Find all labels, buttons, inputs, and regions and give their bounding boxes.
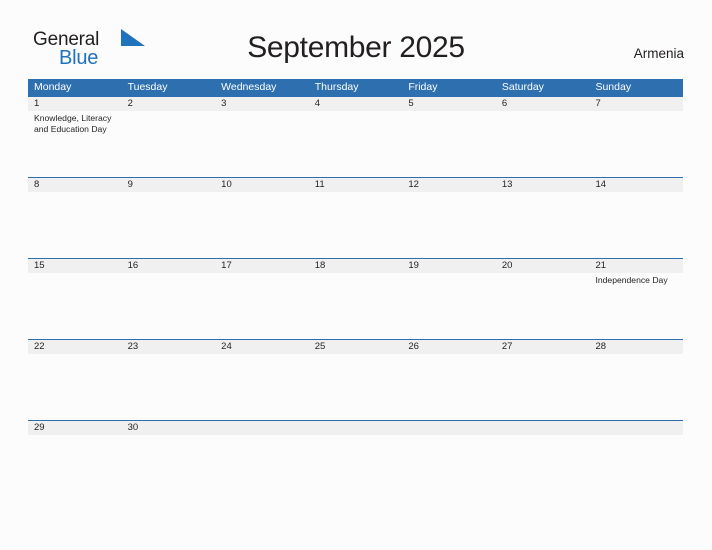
day-event-text [309, 111, 403, 134]
weekday-header-wednesday: Wednesday [221, 81, 277, 93]
day-number[interactable]: 12 [402, 178, 496, 192]
day-event-text [122, 192, 216, 194]
day-number[interactable]: 10 [215, 178, 309, 192]
country-label: Armenia [633, 46, 684, 61]
week-event-row [28, 192, 683, 194]
day-number[interactable]: 25 [309, 340, 403, 354]
weekday-header-tuesday: Tuesday [127, 81, 168, 93]
day-event-text [122, 435, 216, 437]
day-event-text: Knowledge, Literacy and Education Day [34, 113, 112, 134]
day-number[interactable]: 2 [122, 97, 216, 111]
weekday-header-friday: Friday [408, 81, 438, 93]
week-event-row: Independence Day [28, 273, 683, 286]
weekday-header-monday: Monday [34, 81, 72, 93]
page-header: General Blue September 2025 Armenia [0, 0, 712, 78]
week-date-band: 15 16 17 18 19 20 21 [28, 259, 683, 273]
day-event-text [309, 354, 403, 356]
day-number[interactable]: 14 [589, 178, 683, 192]
day-number [496, 421, 590, 435]
day-number [402, 421, 496, 435]
day-number[interactable]: 29 [28, 421, 122, 435]
week-date-band: 8 9 10 11 12 13 14 [28, 178, 683, 192]
day-event-text [402, 354, 496, 356]
day-event-text [402, 273, 496, 286]
calendar-week-row: 8 9 10 11 12 13 14 [28, 177, 683, 258]
day-number[interactable]: 11 [309, 178, 403, 192]
day-event-text [122, 273, 216, 286]
day-event-text [496, 354, 590, 356]
week-date-band: 1 2 3 4 5 6 7 [28, 97, 683, 111]
day-event-text [309, 273, 403, 286]
day-number[interactable]: 21 [589, 259, 683, 273]
page-title: September 2025 [247, 31, 465, 64]
day-event-text [496, 192, 590, 194]
day-number[interactable]: 7 [589, 97, 683, 111]
day-number[interactable]: 16 [122, 259, 216, 273]
day-number[interactable]: 22 [28, 340, 122, 354]
day-number [589, 421, 683, 435]
week-event-row: Knowledge, Literacy and Education Day [28, 111, 683, 134]
day-event-text [402, 192, 496, 194]
day-event-text [215, 192, 309, 194]
day-number [309, 421, 403, 435]
day-number[interactable]: 24 [215, 340, 309, 354]
week-event-row [28, 435, 683, 437]
calendar-week-row: 1 2 3 4 5 6 7 Knowledge, Literacy and Ed… [28, 96, 683, 177]
day-event-text [28, 354, 122, 356]
day-event-text [215, 354, 309, 356]
day-event-text: Independence Day [595, 275, 668, 285]
day-event-text [496, 111, 590, 134]
day-event-text [496, 273, 590, 286]
calendar-grid: Monday Tuesday Wednesday Thursday Friday… [28, 79, 683, 447]
week-date-band: 29 30 [28, 421, 683, 435]
day-event-text [122, 111, 216, 134]
day-event-text [309, 192, 403, 194]
calendar-week-row: 15 16 17 18 19 20 21 Independence Day [28, 258, 683, 339]
weekday-header-thursday: Thursday [314, 81, 359, 93]
day-event-text [402, 111, 496, 134]
day-number[interactable]: 28 [589, 340, 683, 354]
day-number[interactable]: 26 [402, 340, 496, 354]
day-event-text [589, 192, 683, 194]
day-event-text [122, 354, 216, 356]
day-event-text [589, 435, 683, 437]
day-event-text [589, 111, 683, 134]
day-event-text [496, 435, 590, 437]
day-event-text [28, 192, 122, 194]
day-number[interactable]: 6 [496, 97, 590, 111]
day-event-text [309, 435, 403, 437]
day-number [215, 421, 309, 435]
day-number[interactable]: 15 [28, 259, 122, 273]
day-event-text [28, 273, 122, 286]
week-date-band: 22 23 24 25 26 27 28 [28, 340, 683, 354]
day-number[interactable]: 3 [215, 97, 309, 111]
weekday-header-saturday: Saturday [501, 81, 544, 93]
day-event-text [402, 435, 496, 437]
day-event-text [215, 435, 309, 437]
weekday-header-sunday: Sunday [595, 81, 632, 93]
weekday-header-row: Monday Tuesday Wednesday Thursday Friday… [28, 79, 683, 96]
day-number[interactable]: 13 [496, 178, 590, 192]
calendar-week-row: 22 23 24 25 26 27 28 [28, 339, 683, 420]
day-number[interactable]: 1 [28, 97, 122, 111]
day-number[interactable]: 5 [402, 97, 496, 111]
day-event-text [215, 273, 309, 286]
day-number[interactable]: 23 [122, 340, 216, 354]
day-number[interactable]: 30 [122, 421, 216, 435]
day-number[interactable]: 9 [122, 178, 216, 192]
day-number[interactable]: 18 [309, 259, 403, 273]
day-number[interactable]: 27 [496, 340, 590, 354]
day-event-text [589, 354, 683, 356]
day-number[interactable]: 8 [28, 178, 122, 192]
day-number[interactable]: 17 [215, 259, 309, 273]
day-number[interactable]: 19 [402, 259, 496, 273]
day-number[interactable]: 20 [496, 259, 590, 273]
day-number[interactable]: 4 [309, 97, 403, 111]
day-event-text [215, 111, 309, 134]
calendar-week-row: 29 30 [28, 420, 683, 447]
week-event-row [28, 354, 683, 356]
day-event-text [28, 435, 122, 437]
